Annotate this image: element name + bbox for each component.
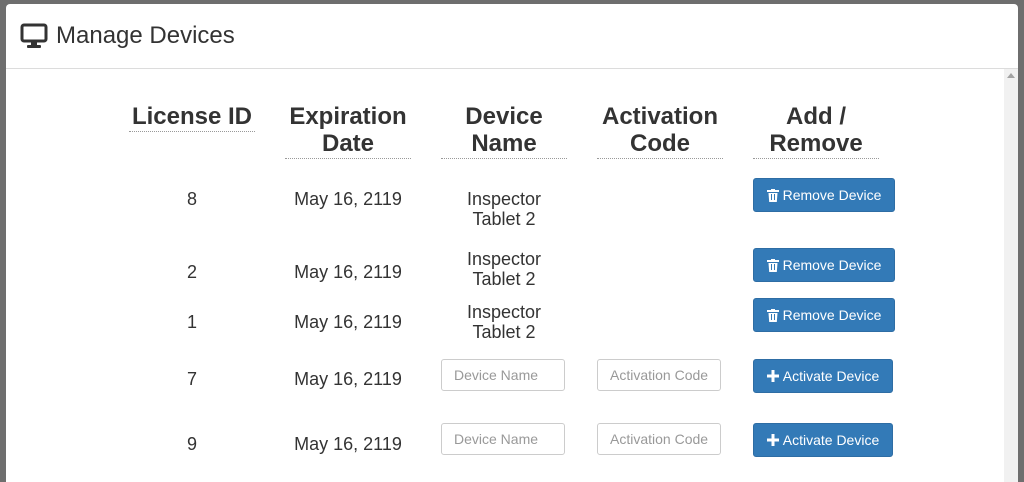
expiration-cell: May 16, 2119 — [294, 434, 402, 454]
activate-device-button[interactable]: Activate Device — [753, 359, 893, 393]
remove-device-button[interactable]: Remove Device — [753, 298, 895, 332]
header-license-id: License ID — [129, 103, 255, 132]
header-add-remove: Add / Remove — [753, 103, 879, 159]
manage-devices-panel: Manage Devices License ID Expiration Dat… — [6, 4, 1018, 482]
trash-icon — [766, 258, 779, 272]
panel-header: Manage Devices — [6, 4, 1018, 69]
license-id-cell: 8 — [186, 189, 197, 209]
trash-icon — [766, 188, 779, 202]
plus-icon — [766, 434, 779, 446]
device-name-cell: Inspector Tablet 2 — [466, 302, 542, 342]
device-name-cell: Inspector Tablet 2 — [466, 249, 542, 289]
device-name-cell: Inspector Tablet 2 — [466, 189, 542, 229]
device-name-input[interactable] — [441, 423, 565, 455]
expiration-cell: May 16, 2119 — [294, 262, 402, 282]
devices-table: License ID Expiration Date Device Name A… — [6, 69, 1004, 482]
remove-device-label: Remove Device — [782, 187, 882, 203]
monitor-icon — [20, 22, 48, 50]
trash-icon — [766, 308, 779, 322]
activate-device-label: Activate Device — [782, 368, 880, 384]
plus-icon — [766, 370, 779, 382]
activation-code-input[interactable] — [597, 423, 721, 455]
vertical-scrollbar[interactable] — [1004, 69, 1018, 482]
device-name-input[interactable] — [441, 359, 565, 391]
scroll-up-arrow-icon[interactable] — [1007, 73, 1015, 78]
remove-device-button[interactable]: Remove Device — [753, 178, 895, 212]
license-id-cell: 7 — [186, 369, 197, 389]
remove-device-label: Remove Device — [782, 257, 882, 273]
expiration-cell: May 16, 2119 — [294, 369, 402, 389]
license-id-cell: 9 — [186, 434, 197, 454]
expiration-cell: May 16, 2119 — [294, 312, 402, 332]
panel-title: Manage Devices — [56, 22, 235, 49]
remove-device-label: Remove Device — [782, 307, 882, 323]
header-expiration-date: Expiration Date — [285, 103, 411, 159]
header-device-name: Device Name — [441, 103, 567, 159]
expiration-cell: May 16, 2119 — [294, 189, 402, 209]
activate-device-button[interactable]: Activate Device — [753, 423, 893, 457]
activation-code-input[interactable] — [597, 359, 721, 391]
activate-device-label: Activate Device — [782, 432, 880, 448]
license-id-cell: 1 — [186, 312, 197, 332]
license-id-cell: 2 — [186, 262, 197, 282]
header-activation-code: Activation Code — [597, 103, 723, 159]
remove-device-button[interactable]: Remove Device — [753, 248, 895, 282]
